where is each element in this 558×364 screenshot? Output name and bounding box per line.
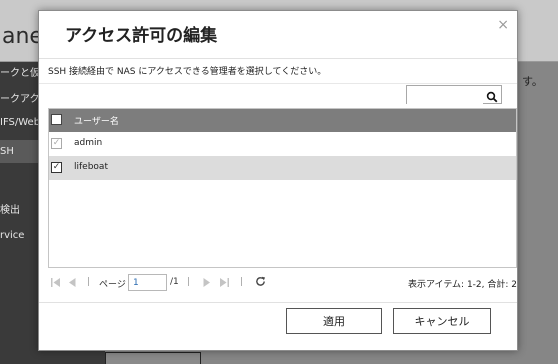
search-input[interactable]: [407, 90, 483, 108]
last-page-icon[interactable]: [219, 278, 229, 290]
next-page-icon[interactable]: [203, 278, 210, 290]
bg-sidebar-item: 検出: [0, 205, 20, 216]
edit-permission-dialog: アクセス許可の編集 × SSH 接続経由で NAS にアクセスできる管理者を選択…: [38, 10, 518, 351]
title-divider: [39, 58, 517, 59]
column-header-username: ユーザー名: [74, 117, 119, 127]
select-all-checkbox[interactable]: [51, 114, 62, 125]
table-header: ユーザー名: [49, 109, 516, 132]
footer-divider: [39, 302, 517, 303]
description-divider: [39, 83, 517, 84]
user-table: ユーザー名 ✓ admin ✓ lifeboat: [48, 108, 517, 268]
bg-sidebar-item: rvice: [0, 230, 25, 241]
table-row[interactable]: ✓ admin: [49, 132, 516, 156]
bg-button: [105, 352, 201, 364]
prev-page-icon[interactable]: [69, 278, 76, 290]
username-cell: lifeboat: [74, 162, 108, 172]
bg-main-text: す。: [522, 75, 543, 88]
page-label: ページ: [99, 280, 126, 290]
pagination-bar: | ページ /1 | | 表示アイテム: 1-2, 合計: 2: [48, 274, 517, 294]
table-row[interactable]: ✓ lifeboat: [49, 156, 516, 180]
row-checkbox[interactable]: ✓: [51, 162, 62, 173]
row-checkbox: ✓: [51, 138, 62, 149]
bg-sidebar-item: IFS/Web: [0, 117, 41, 128]
username-cell: admin: [74, 138, 103, 148]
item-count-info: 表示アイテム: 1-2, 合計: 2: [407, 280, 517, 290]
dialog-title: アクセス許可の編集: [65, 26, 218, 46]
cancel-button[interactable]: キャンセル: [393, 308, 491, 334]
close-button[interactable]: ×: [497, 17, 509, 33]
refresh-icon[interactable]: [255, 276, 266, 290]
page-number-input[interactable]: [128, 274, 167, 291]
search-icon[interactable]: [486, 88, 498, 107]
apply-button[interactable]: 適用: [286, 308, 382, 334]
page-total: /1: [170, 277, 179, 287]
dialog-description: SSH 接続経由で NAS にアクセスできる管理者を選択してください。: [48, 67, 327, 77]
search-box: [406, 85, 502, 108]
first-page-icon[interactable]: [51, 278, 61, 290]
